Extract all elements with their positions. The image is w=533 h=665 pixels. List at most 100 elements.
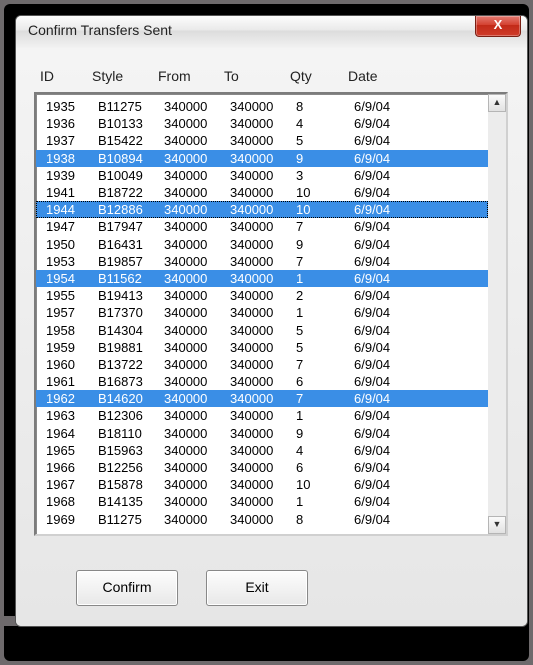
cell-qty: 9 (296, 237, 354, 252)
confirm-button[interactable]: Confirm (76, 570, 178, 606)
table-row[interactable]: 1958B1430434000034000056/9/04 (36, 321, 488, 338)
cell-from: 340000 (164, 512, 230, 527)
cell-to: 340000 (230, 408, 296, 423)
cell-date: 6/9/04 (354, 271, 424, 286)
exit-button[interactable]: Exit (206, 570, 308, 606)
cell-date: 6/9/04 (354, 512, 424, 527)
cell-to: 340000 (230, 271, 296, 286)
column-headers: ID Style From To Qty Date (34, 64, 509, 92)
cell-date: 6/9/04 (354, 202, 424, 217)
close-button[interactable]: X (475, 16, 521, 37)
header-date: Date (348, 68, 418, 84)
table-row[interactable]: 1941B18722340000340000106/9/04 (36, 184, 488, 201)
table-row[interactable]: 1944B12886340000340000106/9/04 (36, 201, 488, 218)
cell-id: 1966 (46, 460, 98, 475)
cell-to: 340000 (230, 133, 296, 148)
table-row[interactable]: 1937B1542234000034000056/9/04 (36, 132, 488, 149)
cell-qty: 1 (296, 494, 354, 509)
table-row[interactable]: 1966B1225634000034000066/9/04 (36, 459, 488, 476)
table-row[interactable]: 1953B1985734000034000076/9/04 (36, 253, 488, 270)
cell-style: B14135 (98, 494, 164, 509)
cell-date: 6/9/04 (354, 374, 424, 389)
cell-from: 340000 (164, 288, 230, 303)
cell-to: 340000 (230, 477, 296, 492)
table-row[interactable]: 1964B1811034000034000096/9/04 (36, 425, 488, 442)
cell-id: 1958 (46, 323, 98, 338)
cell-id: 1967 (46, 477, 98, 492)
cell-qty: 9 (296, 426, 354, 441)
cell-date: 6/9/04 (354, 305, 424, 320)
table-row[interactable]: 1954B1156234000034000016/9/04 (36, 270, 488, 287)
cell-from: 340000 (164, 271, 230, 286)
table-row[interactable]: 1947B1794734000034000076/9/04 (36, 218, 488, 235)
close-icon: X (494, 17, 503, 32)
cell-from: 340000 (164, 374, 230, 389)
cell-date: 6/9/04 (354, 219, 424, 234)
cell-to: 340000 (230, 494, 296, 509)
cell-style: B11275 (98, 99, 164, 114)
table-row[interactable]: 1968B1413534000034000016/9/04 (36, 493, 488, 510)
cell-date: 6/9/04 (354, 151, 424, 166)
cell-date: 6/9/04 (354, 185, 424, 200)
titlebar[interactable]: Confirm Transfers Sent X (16, 16, 527, 49)
table-row[interactable]: 1961B1687334000034000066/9/04 (36, 373, 488, 390)
cell-id: 1954 (46, 271, 98, 286)
scroll-up-button[interactable]: ▲ (488, 94, 506, 112)
cell-id: 1939 (46, 168, 98, 183)
cell-qty: 7 (296, 254, 354, 269)
cell-id: 1938 (46, 151, 98, 166)
cell-date: 6/9/04 (354, 237, 424, 252)
table-row[interactable]: 1936B1013334000034000046/9/04 (36, 115, 488, 132)
table-row[interactable]: 1935B1127534000034000086/9/04 (36, 98, 488, 115)
table-row[interactable]: 1938B1089434000034000096/9/04 (36, 150, 488, 167)
cell-date: 6/9/04 (354, 426, 424, 441)
cell-qty: 5 (296, 340, 354, 355)
cell-qty: 1 (296, 408, 354, 423)
scrollbar[interactable]: ▲ ▼ (488, 94, 506, 534)
arrow-up-icon: ▲ (493, 97, 502, 107)
cell-id: 1962 (46, 391, 98, 406)
cell-qty: 10 (296, 477, 354, 492)
cell-id: 1960 (46, 357, 98, 372)
cell-to: 340000 (230, 460, 296, 475)
table-row[interactable]: 1969B1127534000034000086/9/04 (36, 511, 488, 528)
cell-qty: 2 (296, 288, 354, 303)
cell-style: B17947 (98, 219, 164, 234)
table-row[interactable]: 1967B15878340000340000106/9/04 (36, 476, 488, 493)
cell-style: B13722 (98, 357, 164, 372)
cell-style: B11562 (98, 271, 164, 286)
cell-qty: 3 (296, 168, 354, 183)
cell-date: 6/9/04 (354, 99, 424, 114)
table-row[interactable]: 1939B1004934000034000036/9/04 (36, 167, 488, 184)
cell-style: B17370 (98, 305, 164, 320)
table-row[interactable]: 1963B1230634000034000016/9/04 (36, 407, 488, 424)
cell-from: 340000 (164, 133, 230, 148)
cell-id: 1935 (46, 99, 98, 114)
cell-style: B11275 (98, 512, 164, 527)
scroll-track[interactable] (488, 112, 506, 516)
cell-from: 340000 (164, 340, 230, 355)
cell-qty: 4 (296, 443, 354, 458)
cell-from: 340000 (164, 323, 230, 338)
cell-qty: 7 (296, 219, 354, 234)
cell-qty: 6 (296, 460, 354, 475)
table-row[interactable]: 1960B1372234000034000076/9/04 (36, 356, 488, 373)
cell-id: 1957 (46, 305, 98, 320)
table-row[interactable]: 1965B1596334000034000046/9/04 (36, 442, 488, 459)
cell-date: 6/9/04 (354, 494, 424, 509)
cell-style: B18110 (98, 426, 164, 441)
table-row[interactable]: 1955B1941334000034000026/9/04 (36, 287, 488, 304)
cell-qty: 7 (296, 391, 354, 406)
cell-qty: 5 (296, 133, 354, 148)
cell-qty: 5 (296, 323, 354, 338)
transfer-listbox[interactable]: 1935B1127534000034000086/9/041936B101333… (34, 92, 508, 536)
table-row[interactable]: 1950B1643134000034000096/9/04 (36, 236, 488, 253)
table-row[interactable]: 1957B1737034000034000016/9/04 (36, 304, 488, 321)
cell-id: 1941 (46, 185, 98, 200)
cell-qty: 8 (296, 99, 354, 114)
table-row[interactable]: 1959B1988134000034000056/9/04 (36, 339, 488, 356)
scroll-down-button[interactable]: ▼ (488, 516, 506, 534)
table-row[interactable]: 1962B1462034000034000076/9/04 (36, 390, 488, 407)
cell-id: 1969 (46, 512, 98, 527)
cell-id: 1955 (46, 288, 98, 303)
